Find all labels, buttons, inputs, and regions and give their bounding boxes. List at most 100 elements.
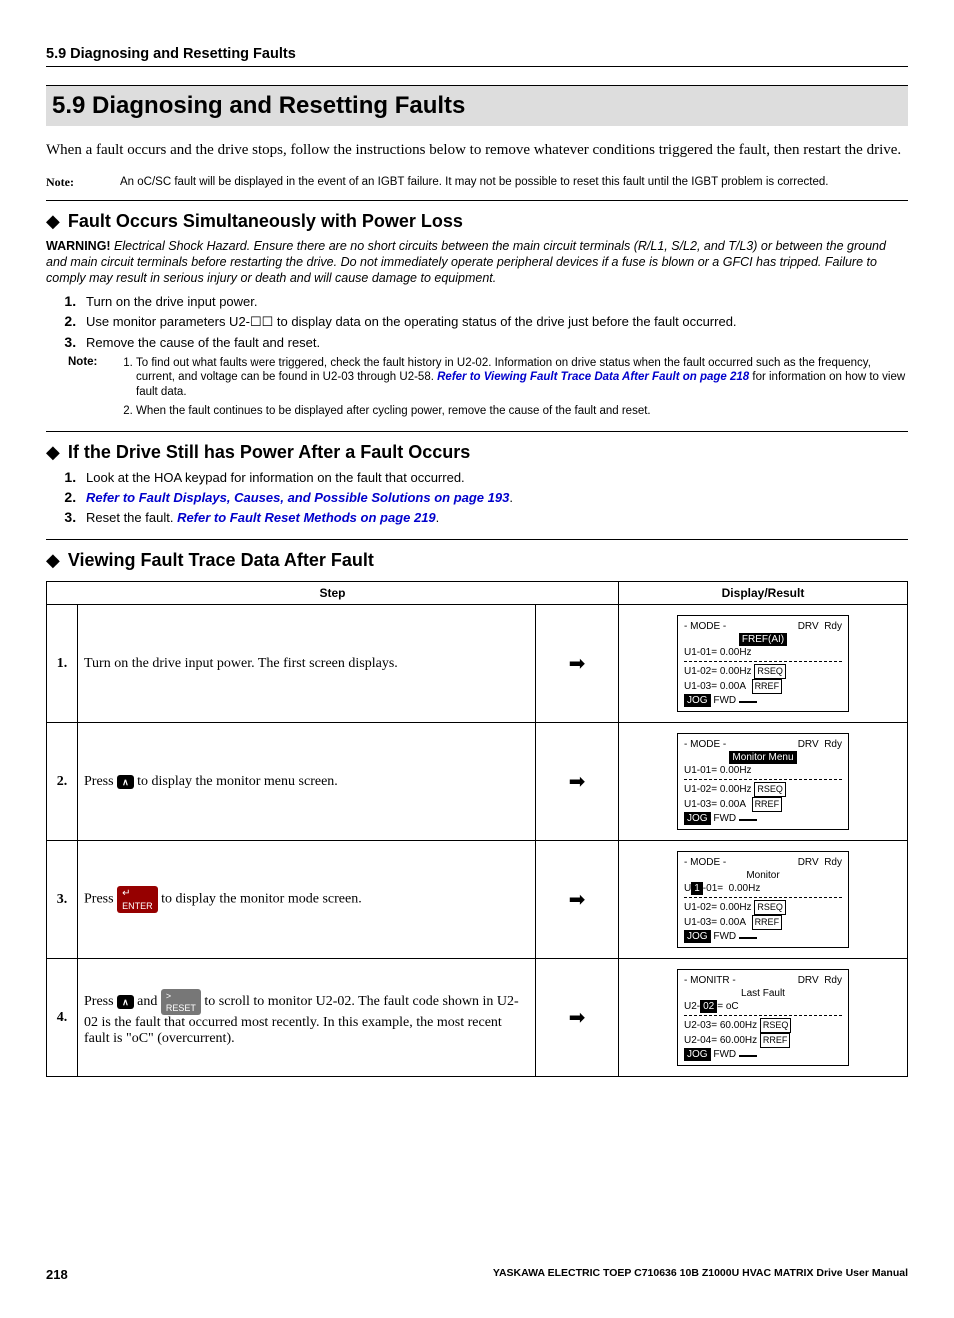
lcd-fwd: FWD [713,695,736,706]
lcd-line: U1-02= 0.00Hz RSEQ [684,900,842,915]
row1-display: - MODE - DRV Rdy FREF(AI) U1-01= 0.00Hz U… [619,605,908,723]
table-row: 2. Press to display the monitor menu scr… [47,723,908,841]
diamond-icon: ◆ [46,550,60,571]
step-b3-link[interactable]: Refer to Fault Reset Methods on page 219 [177,510,436,525]
table-row: 3. Press ↵ENTER to display the monitor m… [47,841,908,959]
up-key-icon [117,995,134,1009]
lcd-drv: DRV [798,975,819,986]
lcd-line: U1-03= 0.00A RREF [684,915,842,930]
lcd-mode: - MONITR - [684,974,736,987]
step-b3-pre: Reset the fault. [86,510,177,525]
lcd-drv: DRV [798,621,819,632]
lcd-screen: - MODE - DRV Rdy FREF(AI) U1-01= 0.00Hz U… [677,615,849,712]
diamond-icon: ◆ [46,442,60,463]
step-b3: Reset the fault. Refer to Fault Reset Me… [80,509,908,525]
intro-paragraph: When a fault occurs and the drive stops,… [46,141,908,160]
step-b2-link[interactable]: Refer to Fault Displays, Causes, and Pos… [86,490,509,505]
note-b2: When the fault continues to be displayed… [136,404,908,419]
row4-mid: and [134,994,161,1009]
subsection-b-head: ◆ If the Drive Still has Power After a F… [46,442,908,463]
lcd-tag: RSEQ [754,664,786,679]
lcd-line: U1-01= 0.00Hz [684,764,842,777]
col-display: Display/Result [619,582,908,605]
header-rule [46,66,908,67]
subsection-c-head: ◆ Viewing Fault Trace Data After Fault [46,550,908,571]
lcd-drv: DRV [798,739,819,750]
warning-paragraph: WARNING! Electrical Shock Hazard. Ensure… [46,238,908,287]
table-header-row: Step Display/Result [47,582,908,605]
steps-b: Look at the HOA keypad for information o… [80,469,908,525]
lcd-line: U2-02= oC [684,1000,842,1013]
lcd-line: U1-02= 0.00Hz RSEQ [684,664,842,679]
lcd-line: U1-01= 0.00Hz [684,882,842,895]
lcd-screen: - MODE -DRV Rdy Monitor Menu U1-01= 0.00… [677,733,849,830]
reset-key-icon: >RESET [161,989,201,1015]
lcd-mode: - MODE - [684,620,726,633]
row1-desc: Turn on the drive input power. The first… [78,605,536,723]
row4-display: - MONITR -DRV Rdy Last Fault U2-02= oC U… [619,959,908,1077]
lcd-rdy: Rdy [824,975,842,986]
lcd-fwd: FWD [713,1049,736,1060]
lcd-line: U1-01= 0.00Hz [684,646,842,659]
lcd-tag: RREF [760,1033,791,1048]
step-a3: Remove the cause of the fault and reset. [80,334,908,350]
lcd-tag: RREF [752,679,783,694]
row2-pre: Press [84,774,117,789]
row3-post: to display the monitor mode screen. [158,892,362,907]
lcd-line: U1-03= 0.00A RREF [684,679,842,694]
arrow-icon: ➡ [536,723,619,841]
row2-display: - MODE -DRV Rdy Monitor Menu U1-01= 0.00… [619,723,908,841]
section-title: 5.9 Diagnosing and Resetting Faults [46,85,908,126]
table-row: 4. Press and >RESET to scroll to monitor… [47,959,908,1077]
note-b-list: To find out what faults were triggered, … [118,356,908,424]
manual-id: YASKAWA ELECTRIC TOEP C710636 10B Z1000U… [493,1267,908,1282]
rule [46,539,908,540]
row3-display: - MODE - DRV Rdy Monitor U1-01= 0.00Hz U1… [619,841,908,959]
note-b: Note: To find out what faults were trigg… [68,356,908,424]
note-b1-link[interactable]: Refer to Viewing Fault Trace Data After … [437,371,749,383]
col-step: Step [47,582,619,605]
lcd-title: Monitor [684,869,842,882]
lcd-jog: JOG [684,1048,711,1061]
steps-a: Turn on the drive input power. Use monit… [80,293,908,350]
rule [46,431,908,432]
row4-pre: Press [84,994,117,1009]
subsection-a-head: ◆ Fault Occurs Simultaneously with Power… [46,211,908,232]
subsection-c-title: Viewing Fault Trace Data After Fault [68,550,374,571]
lcd-title: Last Fault [684,987,842,1000]
arrow-icon: ➡ [536,959,619,1077]
note-b-label: Note: [68,356,118,424]
table-row: 1. Turn on the drive input power. The fi… [47,605,908,723]
lcd-mode: - MODE - [684,856,726,869]
step-b1: Look at the HOA keypad for information o… [80,469,908,485]
note-body: An oC/SC fault will be displayed in the … [120,175,908,190]
fault-trace-table: Step Display/Result 1. Turn on the drive… [46,581,908,1077]
lcd-jog: JOG [684,812,711,825]
lcd-jog: JOG [684,694,711,707]
lcd-fwd: FWD [713,931,736,942]
lcd-screen: - MODE - DRV Rdy Monitor U1-01= 0.00Hz U1… [677,851,849,948]
lcd-rdy: Rdy [824,621,842,632]
lcd-line: U1-03= 0.00A RREF [684,797,842,812]
note-igbt: Note: An oC/SC fault will be displayed i… [46,175,908,190]
row3-num: 3. [47,841,78,959]
step-b2: Refer to Fault Displays, Causes, and Pos… [80,489,908,505]
lcd-tag: RREF [752,797,783,812]
lcd-tag: RSEQ [754,900,786,915]
lcd-rdy: Rdy [824,857,842,868]
up-key-icon [117,775,134,789]
lcd-mode: - MODE - [684,738,726,751]
row2-desc: Press to display the monitor menu screen… [78,723,536,841]
row2-num: 2. [47,723,78,841]
row4-num: 4. [47,959,78,1077]
warning-body: Electrical Shock Hazard. Ensure there ar… [46,239,886,286]
lcd-drv: DRV [798,857,819,868]
subsection-b-title: If the Drive Still has Power After a Fau… [68,442,470,463]
lcd-rdy: Rdy [824,739,842,750]
lcd-tag: RREF [752,915,783,930]
row3-pre: Press [84,892,117,907]
note-b1: To find out what faults were triggered, … [136,356,908,401]
row2-post: to display the monitor menu screen. [134,774,338,789]
row1-num: 1. [47,605,78,723]
lcd-title: FREF(AI) [739,633,787,646]
